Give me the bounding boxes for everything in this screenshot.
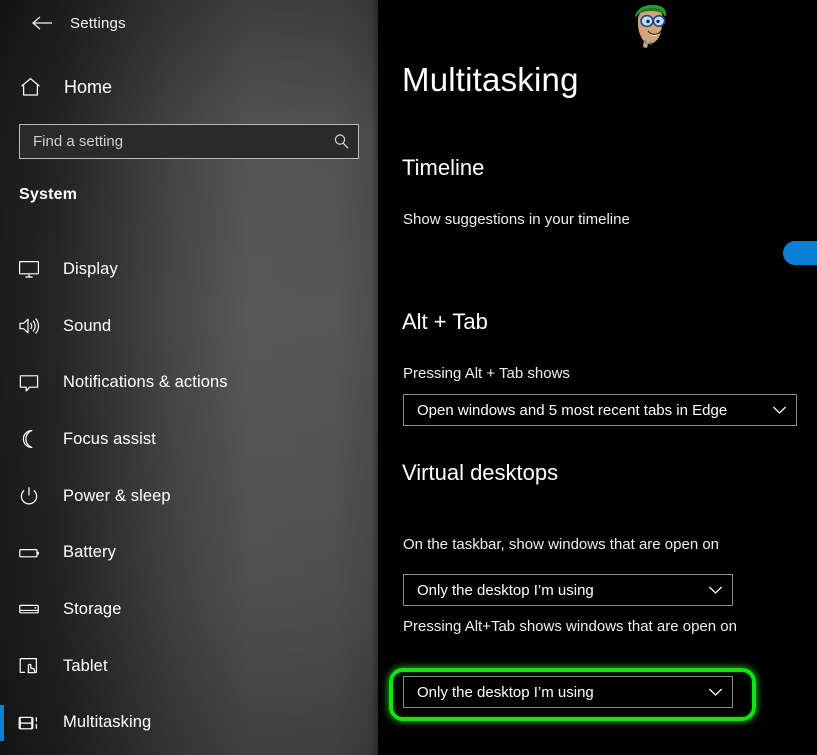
alttab-open-desktops-dropdown-value: Only the desktop I’m using <box>417 683 594 701</box>
sidebar-item-sound[interactable]: Sound <box>0 298 378 355</box>
timeline-suggestions-toggle[interactable] <box>783 241 817 265</box>
sidebar-item-multitasking[interactable]: Multitasking <box>0 695 378 752</box>
sidebar-item-display[interactable]: Display <box>0 241 378 298</box>
section-heading-alt-tab: Alt + Tab <box>402 309 488 334</box>
section-heading-timeline: Timeline <box>402 155 485 180</box>
timeline-suggestions-label: Show suggestions in your timeline <box>403 211 630 228</box>
sidebar-item-multitasking-label: Multitasking <box>63 713 152 732</box>
search-box[interactable] <box>19 124 359 159</box>
sidebar-item-sound-label: Sound <box>63 316 112 335</box>
sidebar-item-power-sleep[interactable]: Power & sleep <box>0 468 378 525</box>
section-heading-virtual-desktops: Virtual desktops <box>402 460 559 485</box>
back-button[interactable] <box>18 7 66 39</box>
sidebar-item-tablet-label: Tablet <box>63 656 108 675</box>
window-title: Settings <box>70 14 126 32</box>
settings-content-panel: Multitasking Timeline Show suggestions i… <box>378 0 817 755</box>
back-arrow-icon <box>31 15 53 31</box>
sidebar-item-notifications-label: Notifications & actions <box>63 373 228 392</box>
taskbar-show-windows-label: On the taskbar, show windows that are op… <box>403 536 720 553</box>
sidebar-nav-list: Display Sound Notifications & actions Fo… <box>0 241 378 751</box>
taskbar-show-windows-dropdown-value: Only the desktop I’m using <box>417 581 594 599</box>
multitasking-icon <box>16 713 42 733</box>
taskbar-show-windows-dropdown[interactable]: Only the desktop I’m using <box>403 574 733 606</box>
sidebar-item-power-sleep-label: Power & sleep <box>63 486 171 505</box>
window-titlebar: Settings <box>0 0 378 46</box>
chevron-down-icon <box>698 687 732 697</box>
cartoon-character-watermark <box>628 3 672 51</box>
drive-icon <box>16 599 42 619</box>
sidebar-item-storage[interactable]: Storage <box>0 581 378 638</box>
alt-tab-shows-dropdown[interactable]: Open windows and 5 most recent tabs in E… <box>403 394 797 426</box>
settings-sidebar: Settings Home System <box>0 0 378 755</box>
home-icon <box>18 77 42 97</box>
sidebar-item-focus-assist-label: Focus assist <box>63 429 156 448</box>
sidebar-item-storage-label: Storage <box>63 599 122 618</box>
moon-icon <box>16 429 42 449</box>
sidebar-item-display-label: Display <box>63 259 118 278</box>
sidebar-group-title: System <box>19 186 78 203</box>
search-input[interactable] <box>20 133 324 150</box>
speaker-icon <box>16 316 42 336</box>
alttab-open-desktops-label: Pressing Alt+Tab shows windows that are … <box>403 618 737 635</box>
sidebar-item-notifications[interactable]: Notifications & actions <box>0 354 378 411</box>
sidebar-item-battery[interactable]: Battery <box>0 524 378 581</box>
sidebar-item-battery-label: Battery <box>63 543 116 562</box>
page-title: Multitasking <box>402 61 579 98</box>
chevron-down-icon <box>698 585 732 595</box>
sidebar-item-focus-assist[interactable]: Focus assist <box>0 411 378 468</box>
tablet-hand-icon <box>16 656 42 676</box>
selection-accent-bar <box>0 704 4 741</box>
chevron-down-icon <box>762 405 796 415</box>
power-icon <box>16 486 42 506</box>
monitor-icon <box>16 259 42 279</box>
sidebar-item-home-label: Home <box>64 76 113 97</box>
alt-tab-shows-label: Pressing Alt + Tab shows <box>403 365 570 382</box>
battery-icon <box>16 543 42 563</box>
alt-tab-shows-dropdown-value: Open windows and 5 most recent tabs in E… <box>417 401 728 419</box>
alttab-open-desktops-dropdown[interactable]: Only the desktop I’m using <box>403 676 733 708</box>
sidebar-item-home[interactable]: Home <box>0 68 378 106</box>
sidebar-item-tablet[interactable]: Tablet <box>0 638 378 695</box>
settings-window: Settings Home System <box>0 0 817 755</box>
search-icon[interactable] <box>324 133 358 150</box>
chat-bubble-icon <box>16 373 42 393</box>
